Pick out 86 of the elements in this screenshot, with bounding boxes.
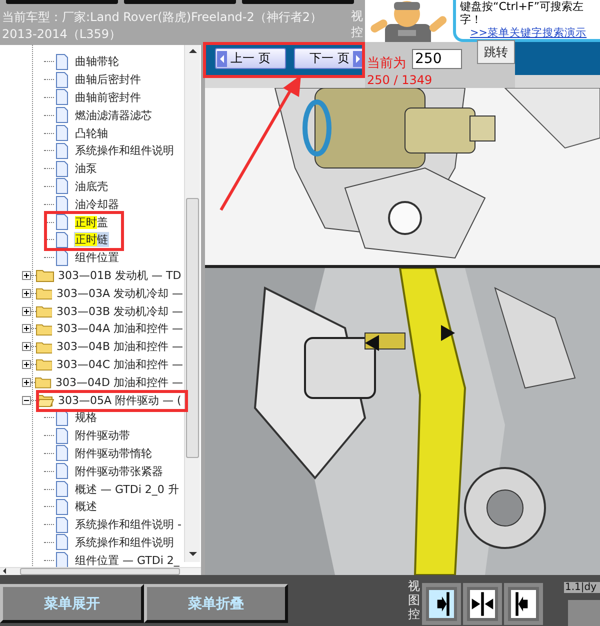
tip-text: 字！ [460,13,483,26]
tip-text: 键盘按“Ctrl+F”可搜索左 [460,0,585,13]
vertical-scrollbar[interactable] [184,45,200,562]
vehicle-info: 当前车型：厂家:Land Rover(路虎)Freeland-2（神行者2） [2,9,322,26]
tree-folder[interactable]: 303—04C 加油和控件 — [55,356,184,372]
page-icon [55,142,69,159]
tree-item[interactable]: 组件位置 — GTDi 2_ [74,552,180,567]
page-icon [55,516,69,533]
expand-toggle[interactable] [22,360,31,369]
page-icon [55,178,69,194]
go-button[interactable]: 跳转 [477,40,515,64]
folder-icon [36,357,52,372]
tree-folder[interactable]: 303—01B 发动机 — TD [57,268,182,283]
page-icon [55,481,69,498]
page-icon [55,214,69,230]
tree-folder[interactable]: 303—03B 发动机冷却 — [55,304,184,319]
demo-link[interactable]: >>菜单关键字搜索演示 [470,27,587,40]
page-icon [55,534,69,550]
folder-icon [36,286,52,300]
tree-folder[interactable]: 303—04D 加油和控件 — [54,374,184,390]
page-icon [55,54,69,70]
tree-item[interactable]: 规格 [74,410,98,426]
page-icon [55,498,69,515]
next-page-button[interactable]: 下一 页 [294,48,365,69]
page-icon [55,232,69,248]
tree-folder[interactable]: 303—04A 加油和控件 — [55,321,184,336]
tree-item[interactable]: 油底壳 [74,178,109,194]
dock-left-icon [511,590,536,618]
folder-icon [36,340,52,354]
page-icon [55,428,69,444]
expand-toggle[interactable] [22,270,31,280]
expand-toggle[interactable] [22,342,31,352]
page-icon [55,196,69,212]
tree-item[interactable]: 曲轴带轮 [74,54,120,70]
folder-icon [36,268,54,282]
tree-item[interactable]: 附件驱动带张紧器 [74,464,164,479]
page-position: 250 / 1349 [367,73,432,87]
tree-folder[interactable]: 303—04B 加油和控件 — [55,339,184,354]
page-icon [55,72,69,88]
collapse-toggle[interactable] [22,396,31,405]
page-icon [55,125,69,142]
expand-toggle[interactable] [22,324,31,334]
page-icon [55,250,69,266]
page-icon [55,160,69,177]
dock-right-icon [429,590,454,618]
folder-icon [35,375,52,390]
view-control-label: 视图控 [408,580,420,622]
tree-item[interactable]: 概述 [74,499,98,514]
tree-item[interactable]: 凸轮轴 [74,126,109,141]
tree-item[interactable]: 正时链 [74,232,109,248]
tree-item[interactable]: 曲轴前密封件 [74,90,142,105]
page-icon [55,89,69,106]
view-button[interactable] [504,583,543,625]
expand-toggle[interactable] [22,378,31,387]
tree-item[interactable]: 附件驱动带惰轮 [74,446,153,461]
tree-folder[interactable]: 303—03A 发动机冷却 — [55,286,184,301]
vehicle-years: 2013-2014（L359） [2,26,121,43]
tree-item[interactable]: 概述 — GTDi 2_0 升 [74,482,180,497]
page-icon [55,463,69,480]
folder-icon [36,304,52,318]
split-view-icon [470,590,495,618]
tree-item[interactable]: 系统操作和组件说明 - [74,517,182,532]
tree-item[interactable]: 曲轴后密封件 [74,72,142,88]
expand-toggle[interactable] [22,306,31,316]
version-text: 1.1|dy [564,582,600,593]
page-icon [55,552,69,567]
view-button[interactable] [463,583,502,625]
previous-page-button[interactable]: 上一 页 [215,48,286,69]
page-number-field[interactable]: 250 [412,49,462,69]
expand-toggle[interactable] [22,288,31,298]
view-control-label: 视控 [351,9,363,40]
folder-icon [36,322,52,336]
tree-item[interactable]: 附件驱动带 [74,428,131,444]
horizontal-scrollbar[interactable] [0,567,201,575]
tree-item[interactable]: 系统操作和组件说明 [74,534,175,550]
current-page-label: 当前为 [367,55,406,72]
tree-folder[interactable]: 303—05A 附件驱动 — ( [57,392,182,408]
tree-item[interactable]: 油冷却器 [74,196,120,212]
tree-item[interactable]: 组件位置 [74,250,120,266]
panel-background [568,600,600,626]
tree-item[interactable]: 系统操作和组件说明 [74,143,175,158]
view-button[interactable] [422,583,461,625]
tree-item[interactable]: 燃油滤清器滤芯 [74,108,153,123]
tree-item[interactable]: 油泵 [74,161,98,176]
page-icon [55,107,69,124]
page-icon [55,445,69,462]
